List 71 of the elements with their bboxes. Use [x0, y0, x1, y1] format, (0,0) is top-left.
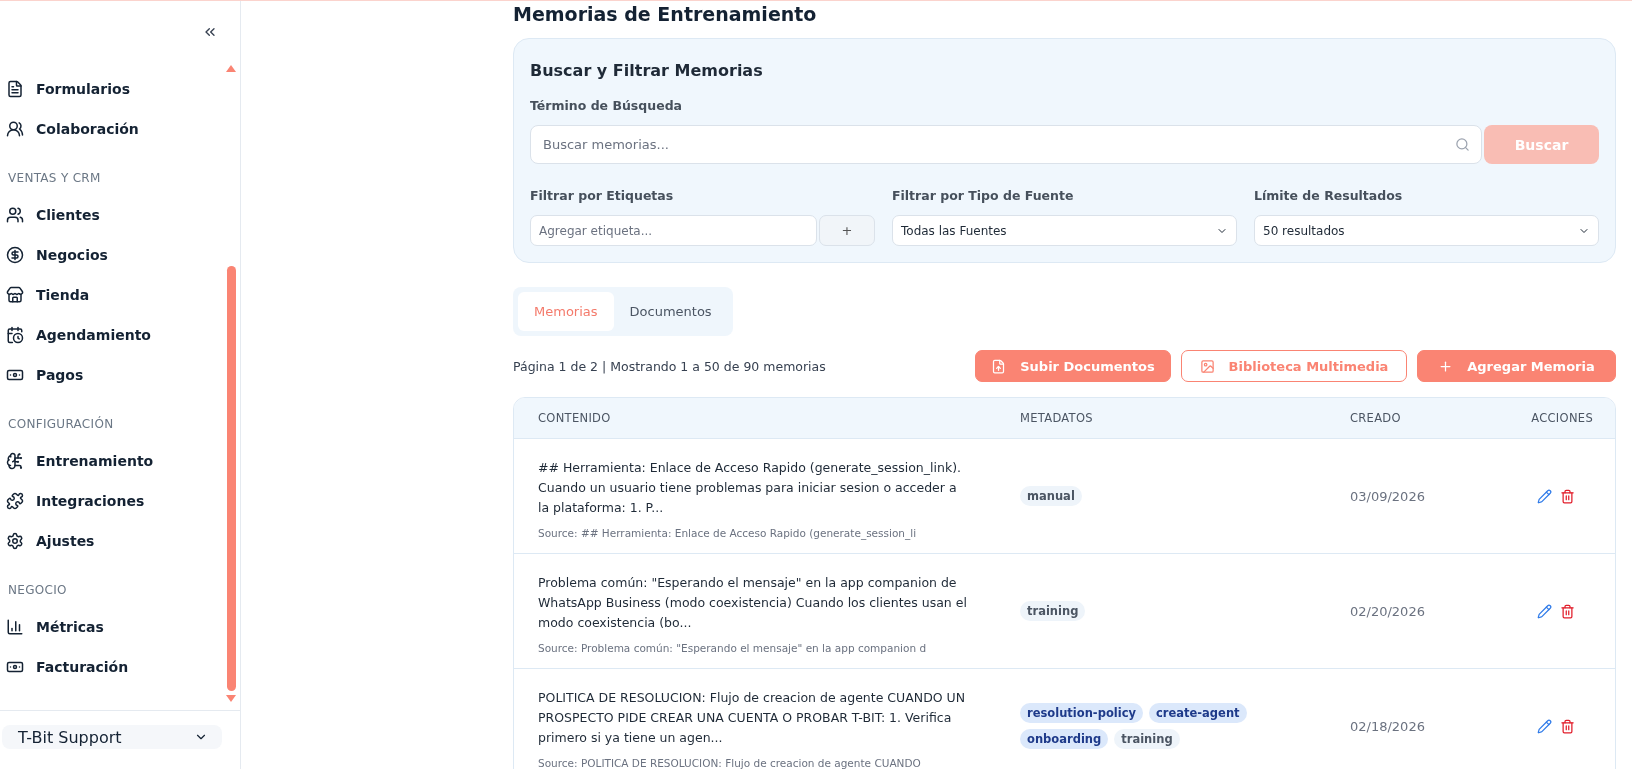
nav-item[interactable]: Pagos: [6, 355, 222, 395]
panel-title: Buscar y Filtrar Memorias: [530, 61, 764, 80]
puzzle-icon: [6, 492, 24, 510]
chart-icon: [6, 618, 24, 636]
nav-item[interactable]: Entrenamiento: [6, 441, 222, 481]
source-dropdown[interactable]: Todas las Fuentes: [892, 215, 1237, 246]
tag: create-agent: [1149, 703, 1247, 723]
column-header: METADATOS: [1020, 411, 1094, 425]
nav-item[interactable]: Negocios: [6, 235, 222, 275]
field-label: Filtrar por Tipo de Fuente: [892, 188, 1075, 203]
created-date: 02/18/2026: [1350, 718, 1426, 734]
dollar-icon: [6, 246, 24, 264]
limit-dropdown[interactable]: 50 resultados: [1254, 215, 1599, 246]
page-title: Memorias de Entrenamiento: [513, 3, 818, 25]
settings-icon: [6, 532, 24, 550]
field-label: Límite de Resultados: [1254, 188, 1404, 203]
nav-item[interactable]: Ajustes: [6, 521, 222, 561]
scroll-up-icon[interactable]: [226, 65, 236, 72]
nav-item[interactable]: Métricas: [6, 607, 222, 647]
source-text: Source: Problema común: "Esperando el mensaje" en la app companion d: [538, 641, 928, 654]
nav-item[interactable]: Facturación: [6, 647, 222, 687]
nav-item[interactable]: Colaboración: [6, 109, 222, 149]
section-heading: VENTAS Y CRM: [7, 170, 102, 187]
tag: resolution-policy: [1020, 703, 1143, 723]
tag: manual: [1020, 486, 1082, 506]
section-heading: CONFIGURACIÓN: [7, 415, 115, 433]
form-icon: [6, 80, 24, 98]
field-label: Término de Búsqueda: [530, 98, 683, 113]
delete-button[interactable]: [1560, 488, 1575, 504]
delete-button[interactable]: [1560, 603, 1575, 619]
calendar-icon: [6, 326, 24, 344]
tag: onboarding: [1020, 729, 1109, 749]
edit-button[interactable]: [1537, 718, 1552, 734]
account-selector[interactable]: T-Bit Support: [2, 725, 222, 749]
memory-content: ## Herramienta: Enlace de Acceso Rapido (generate_session_link). Cuando un usuario tiene problemas para iniciar sesion o acceder a la plataforma: 1. P...: [538, 458, 962, 517]
add-tag-button[interactable]: +: [819, 215, 875, 246]
people-icon: [6, 120, 24, 138]
column-header: CREADO: [1350, 411, 1402, 425]
memory-content: Problema común: "Esperando el mensaje" en la app companion de WhatsApp Business (modo coexistencia) Cuando los clientes usan el modo coexistencia (bo...: [538, 573, 968, 632]
search-field[interactable]: Buscar memorias...: [530, 125, 1482, 164]
users-icon: [6, 206, 24, 224]
nav-item[interactable]: Agendamiento: [6, 315, 222, 355]
edit-button[interactable]: [1537, 488, 1552, 504]
pagination-text: Página 1 de 2 | Mostrando 1 a 50 de 90 memorias: [513, 358, 827, 374]
nav-item[interactable]: Tienda: [6, 275, 222, 315]
nav-item[interactable]: Integraciones: [6, 481, 222, 521]
delete-button[interactable]: [1560, 718, 1575, 734]
tag: training: [1114, 729, 1180, 749]
nav-item[interactable]: Clientes: [6, 195, 222, 235]
created-date: 03/09/2026: [1350, 488, 1426, 504]
section-heading: NEGOCIO: [7, 582, 68, 599]
tab[interactable]: Documentos: [613, 292, 728, 331]
brain-icon: [6, 452, 24, 470]
plus-icon: [1438, 358, 1454, 374]
scrollbar-thumb[interactable]: [226, 266, 236, 691]
memory-content: POLITICA DE RESOLUCION: Flujo de creacion de agente CUANDO UN PROSPECTO PIDE CREAR UNA CUENTA O PROBAR T-BIT: 1. Verifica primero si ya tiene un agen...: [538, 688, 967, 747]
nav-item[interactable]: Formularios: [6, 69, 222, 109]
edit-button[interactable]: [1537, 603, 1552, 619]
file-upload-icon: [991, 358, 1007, 374]
tag-input-field[interactable]: Agregar etiqueta...: [530, 215, 817, 246]
source-text: Source: POLITICA DE RESOLUCION: Flujo de creacion de agente CUANDO: [538, 756, 922, 769]
source-text: Source: ## Herramienta: Enlace de Acceso Rapido (generate_session_li: [538, 526, 918, 539]
store-icon: [6, 286, 24, 304]
image-icon: [1199, 358, 1215, 374]
column-header: CONTENIDO: [537, 411, 612, 425]
scroll-down-icon[interactable]: [226, 695, 236, 702]
tag: training: [1020, 601, 1086, 621]
column-header: ACCIONES: [1530, 411, 1594, 425]
search-icon: [1455, 137, 1470, 152]
field-label: Filtrar por Etiquetas: [530, 188, 675, 203]
created-date: 02/20/2026: [1350, 603, 1426, 619]
